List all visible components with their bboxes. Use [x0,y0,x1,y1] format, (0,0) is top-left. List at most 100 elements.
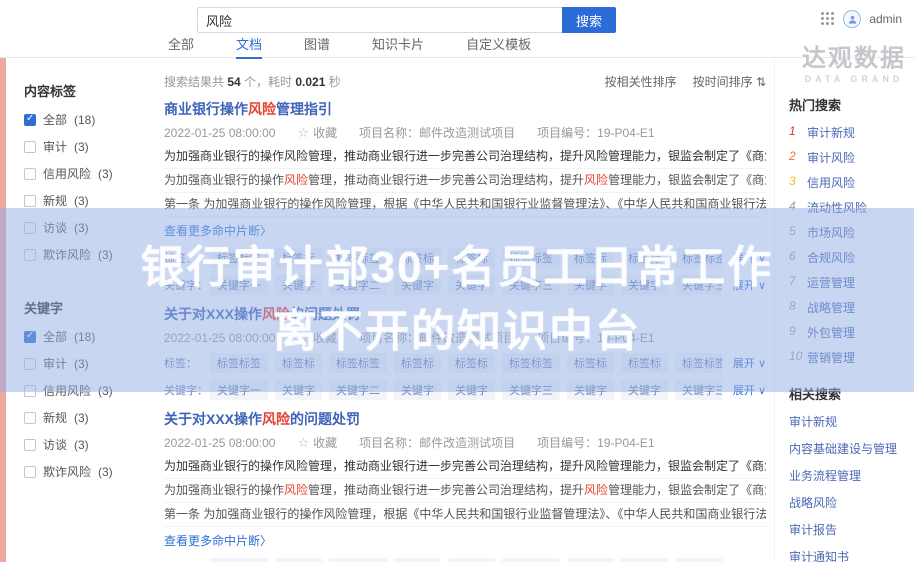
keyword-chips[interactable]: 关键字一关键字关键字二关键字关键字关键字三关键字关键字关键字三关键字关键字关键字… [210,380,722,400]
hot-search-item[interactable]: 8战略管理 [789,299,914,316]
tag-chip[interactable]: 关键字二 [329,275,387,295]
tag-chip[interactable]: 标签标签 [329,248,387,268]
tag-chip[interactable]: 关键字三 [502,380,560,400]
hot-search-item[interactable]: 9外包管理 [789,324,914,341]
related-search-item[interactable]: 审计新规 [789,413,914,430]
tag-chip[interactable]: 标签标 [621,248,668,268]
expand-button[interactable]: 展开 ∨ [722,250,766,266]
tag-chip[interactable]: 关键字 [448,380,495,400]
checkbox[interactable] [24,141,36,153]
tab-knowledge-cards[interactable]: 知识卡片 [372,34,424,57]
checkbox[interactable] [24,249,36,261]
related-search-item[interactable]: 业务流程管理 [789,467,914,484]
tab-graph[interactable]: 图谱 [304,34,330,57]
filter-item-interview[interactable]: 访谈(3) [8,431,160,458]
hot-search-item[interactable]: 3信用风险 [789,174,914,191]
filter-item-fraud-risk[interactable]: 欺诈风险(3) [8,458,160,485]
tag-chip[interactable]: 标签标 [275,558,322,562]
view-more-snippets-link[interactable]: 查看更多命中片断〉 [164,216,766,241]
filter-item-credit-risk[interactable]: 信用风险(3) [8,377,160,404]
tag-chip[interactable]: 关键字三 [675,380,722,400]
tag-chips[interactable]: 标签标签标签标标签标签标签标标签标标签标签标签标标签标标签标签标签标标签标标签标… [210,353,722,373]
hot-search-item[interactable]: 1审计新规 [789,124,914,141]
result-title[interactable]: 关于对XXX操作风险的问题处罚 [164,305,766,323]
favorite-button[interactable]: ☆收藏 [297,434,337,451]
checkbox[interactable] [24,412,36,424]
hot-search-item[interactable]: 2审计风险 [789,149,914,166]
tag-chip[interactable]: 标签标 [567,353,614,373]
filter-item-all[interactable]: 全部(18) [8,106,160,133]
checkbox[interactable] [24,195,36,207]
search-button[interactable]: 搜索 [562,7,616,33]
related-search-item[interactable]: 内容基础建设与管理 [789,440,914,457]
tag-chip[interactable]: 标签标 [448,353,495,373]
tag-chip[interactable]: 关键字 [275,275,322,295]
tag-chip[interactable]: 关键字 [394,380,441,400]
filter-item-interview[interactable]: 访谈(3) [8,214,160,241]
checkbox[interactable] [24,466,36,478]
checkbox[interactable] [24,222,36,234]
filter-item-credit-risk[interactable]: 信用风险(3) [8,160,160,187]
expand-button[interactable]: 展开 ∨ [722,355,766,371]
related-search-item[interactable]: 审计通知书 [789,548,914,562]
tag-chip[interactable]: 关键字二 [329,380,387,400]
related-search-item[interactable]: 战略风险 [789,494,914,511]
tag-chip[interactable]: 标签标签 [502,248,560,268]
hot-search-item[interactable]: 6合规风险 [789,249,914,266]
username-label[interactable]: admin [869,12,902,26]
hot-search-item[interactable]: 5市场风险 [789,224,914,241]
tag-chip[interactable]: 标签标签 [675,353,722,373]
tag-chip[interactable]: 标签标签 [329,353,387,373]
sort-by-time[interactable]: 按时间排序 ⇅ [693,73,766,90]
apps-grid-icon[interactable] [821,12,835,26]
filter-item-new-rules[interactable]: 新规(3) [8,187,160,214]
result-title[interactable]: 商业银行操作风险管理指引 [164,100,766,118]
tag-chip[interactable]: 标签标 [275,353,322,373]
tag-chips[interactable]: 标签标签标签标标签标签标签标标签标标签标签标签标标签标标签标签标签标标签标标签标… [210,558,722,562]
tag-chip[interactable]: 关键字三 [675,275,722,295]
tag-chip[interactable]: 关键字 [621,380,668,400]
checkbox[interactable] [24,331,36,343]
hot-search-item[interactable]: 4流动性风险 [789,199,914,216]
tag-chip[interactable]: 关键字三 [502,275,560,295]
tag-chip[interactable]: 标签标 [448,248,495,268]
tag-chip[interactable]: 标签标签 [210,558,268,562]
tag-chip[interactable]: 标签标 [621,558,668,562]
tag-chip[interactable]: 关键字 [394,275,441,295]
tag-chip[interactable]: 标签标签 [210,248,268,268]
hot-search-item[interactable]: 10营销管理 [789,349,914,366]
tag-chip[interactable]: 标签标 [567,248,614,268]
tag-chip[interactable]: 标签标 [621,353,668,373]
tag-chip[interactable]: 标签标 [567,558,614,562]
tag-chip[interactable]: 标签标 [394,248,441,268]
filter-item-new-rules[interactable]: 新规(3) [8,404,160,431]
hot-search-item[interactable]: 7运营管理 [789,274,914,291]
tag-chips[interactable]: 标签标签标签标标签标签标签标标签标标签标签标签标标签标标签标签标签标标签标标签标… [210,248,722,268]
filter-item-all[interactable]: 全部(18) [8,323,160,350]
tag-chip[interactable]: 标签标 [394,558,441,562]
checkbox[interactable] [24,439,36,451]
tag-chip[interactable]: 关键字 [275,380,322,400]
tag-chip[interactable]: 标签标签 [502,558,560,562]
tag-chip[interactable]: 标签标签 [502,353,560,373]
tag-chip[interactable]: 关键字 [567,275,614,295]
filter-item-audit[interactable]: 审计(3) [8,350,160,377]
favorite-button[interactable]: ☆收藏 [297,329,337,346]
tag-chip[interactable]: 关键字 [621,275,668,295]
checkbox[interactable] [24,385,36,397]
favorite-button[interactable]: ☆收藏 [297,124,337,141]
view-more-snippets-link[interactable]: 查看更多命中片断〉 [164,526,766,551]
tag-chip[interactable]: 关键字 [567,380,614,400]
related-search-item[interactable]: 审计报告 [789,521,914,538]
tag-chip[interactable]: 标签标签 [675,558,722,562]
tab-all[interactable]: 全部 [168,34,194,57]
search-input[interactable] [197,7,562,33]
tag-chip[interactable]: 标签标签 [210,353,268,373]
tab-custom-template[interactable]: 自定义模板 [466,34,531,57]
tab-documents[interactable]: 文档 [236,34,262,59]
tag-chip[interactable]: 关键字一 [210,380,268,400]
checkbox[interactable] [24,358,36,370]
sort-by-relevance[interactable]: 按相关性排序 [605,73,677,90]
tag-chip[interactable]: 关键字 [448,275,495,295]
tag-chip[interactable]: 关键字一 [210,275,268,295]
